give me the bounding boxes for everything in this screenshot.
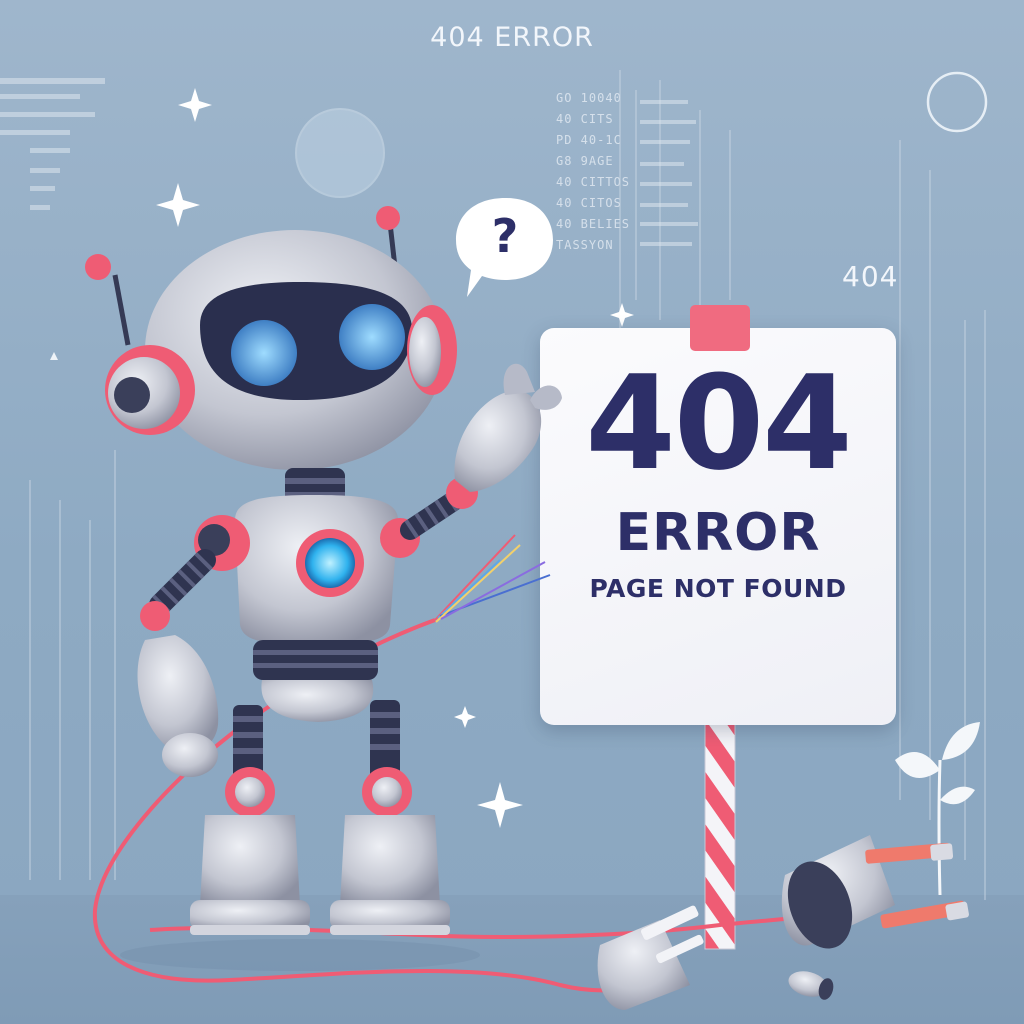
plug-icon bbox=[781, 835, 969, 949]
error-illustration: 404 ERROR 404 GO 10040 40 CITS PD 40-1C … bbox=[0, 0, 1024, 1024]
robot-illustration bbox=[85, 206, 969, 1010]
plug-icon bbox=[788, 971, 834, 1000]
plug-icon bbox=[597, 905, 704, 1010]
